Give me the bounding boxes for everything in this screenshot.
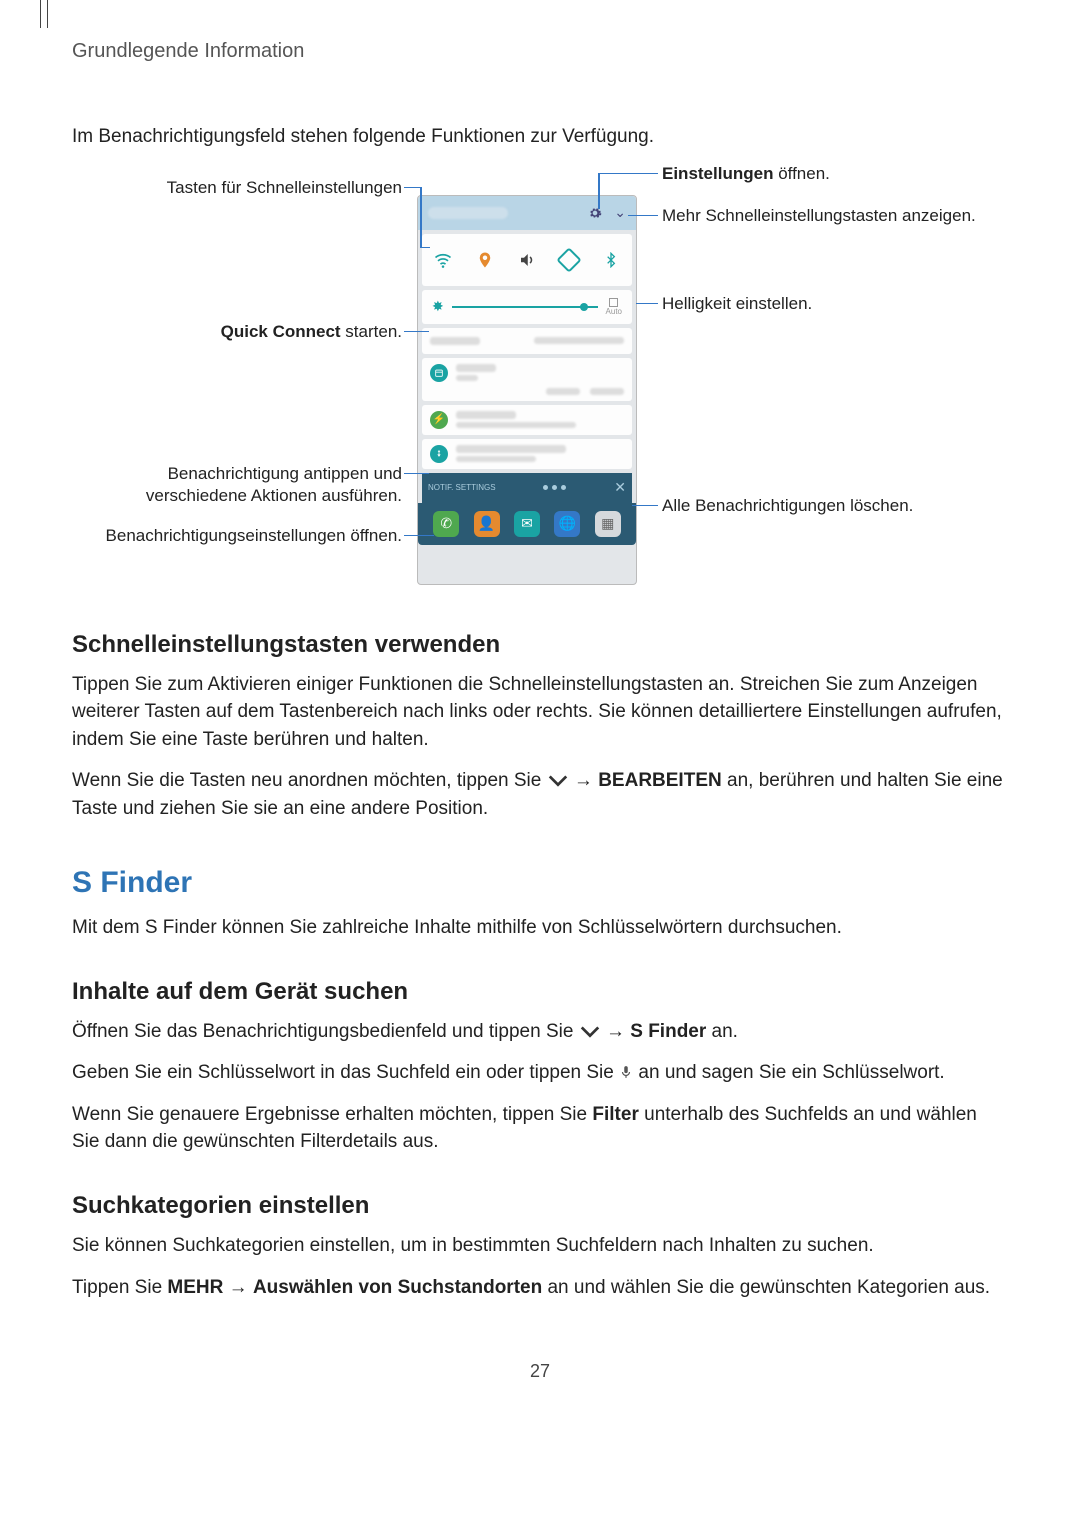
notification-card-3 — [422, 439, 632, 469]
auto-checkbox — [609, 298, 618, 307]
brightness-icon: ✸ — [432, 298, 444, 315]
notification-panel-diagram: ⌄ ✸ — [72, 165, 1008, 595]
calendar-icon — [430, 364, 448, 382]
callout-notif-settings: Benachrichtigungseinstellungen öffnen. — [72, 525, 402, 547]
sound-icon — [516, 249, 538, 271]
location-icon — [474, 249, 496, 271]
quick-settings-para1: Tippen Sie zum Aktivieren einiger Funkti… — [72, 671, 1008, 754]
chevron-down-icon: ⌄ — [614, 204, 626, 221]
intro-text: Im Benachrichtigungsfeld stehen folgende… — [72, 123, 1008, 151]
apps-grid-icon: ▦ — [595, 511, 621, 537]
phone-app-icon: ✆ — [433, 511, 459, 537]
chevron-down-icon — [579, 1024, 601, 1040]
bluetooth-icon — [600, 249, 622, 271]
notification-card-2: ⚡ — [422, 405, 632, 435]
quick-connect-row — [422, 328, 632, 354]
quick-settings-para2: Wenn Sie die Tasten neu anordnen möchten… — [72, 767, 1008, 822]
search-cat-p2: Tippen Sie MEHR → Auswählen von Suchstan… — [72, 1274, 1008, 1302]
brightness-row: ✸ Auto — [422, 290, 632, 324]
sfinder-intro: Mit dem S Finder können Sie zahlreiche I… — [72, 914, 1008, 942]
wifi-icon — [432, 249, 454, 271]
notif-footer: NOTIF. SETTINGS ✕ — [422, 473, 632, 503]
search-cat-p1: Sie können Suchkategorien einstellen, um… — [72, 1232, 1008, 1260]
search-device-p1: Öffnen Sie das Benachrichtigungsbedienfe… — [72, 1018, 1008, 1046]
notification-card-1 — [422, 358, 632, 401]
messages-app-icon: ✉ — [514, 511, 540, 537]
page-number: 27 — [72, 1361, 1008, 1382]
mic-icon — [619, 1063, 633, 1081]
charging-icon: ⚡ — [430, 411, 448, 429]
search-device-p2: Geben Sie ein Schlüsselwort in das Suchf… — [72, 1059, 1008, 1087]
clear-icon: ✕ — [614, 479, 626, 496]
phone-status-bar: ⌄ — [418, 196, 636, 230]
auto-label: Auto — [606, 308, 622, 316]
breadcrumb: Grundlegende Information — [72, 40, 1008, 63]
dock: ✆ 👤 ✉ 🌐 ▦ — [418, 503, 636, 545]
usb-icon — [430, 445, 448, 463]
callout-clear-all: Alle Benachrichtigungen löschen. — [662, 495, 913, 517]
callout-more-quick-settings: Mehr Schnelleinstellungstasten anzeigen. — [662, 205, 982, 227]
notif-settings-label: NOTIF. SETTINGS — [428, 483, 496, 492]
chevron-down-icon — [547, 773, 569, 789]
heading-quick-settings: Schnelleinstellungstasten verwenden — [72, 631, 1008, 659]
page-corner-marks — [40, 0, 48, 28]
heading-search-categories: Suchkategorien einstellen — [72, 1192, 1008, 1220]
quick-settings-row — [422, 234, 632, 286]
callout-open-settings: Einstellungen öffnen. — [662, 163, 830, 185]
brightness-slider — [452, 306, 598, 308]
callout-quick-connect: Quick Connect starten. — [72, 321, 402, 343]
status-blur — [428, 207, 508, 219]
heading-sfinder: S Finder — [72, 866, 1008, 900]
internet-app-icon: 🌐 — [554, 511, 580, 537]
phone-mock: ⌄ ✸ — [417, 195, 637, 585]
autorotate-icon — [558, 249, 580, 271]
callout-tap-notification: Benachrichtigung antippen und verschiede… — [72, 463, 402, 507]
callout-brightness: Helligkeit einstellen. — [662, 293, 812, 315]
contacts-app-icon: 👤 — [474, 511, 500, 537]
gear-icon — [588, 206, 602, 220]
callout-quick-settings-buttons: Tasten für Schnelleinstellungen — [72, 177, 402, 199]
search-device-p3: Wenn Sie genauere Ergebnisse erhalten mö… — [72, 1101, 1008, 1156]
heading-search-device: Inhalte auf dem Gerät suchen — [72, 978, 1008, 1006]
